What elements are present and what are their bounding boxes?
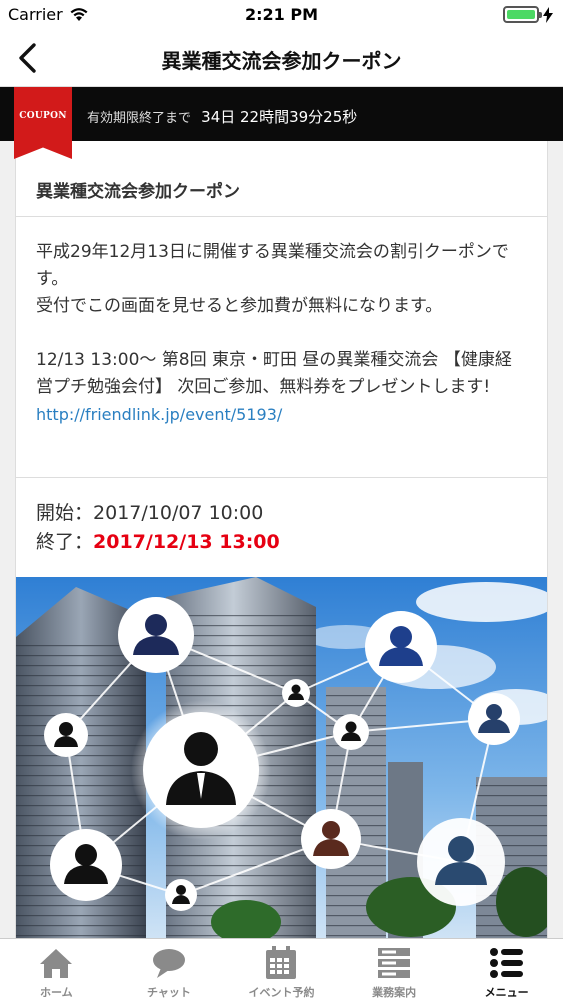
tab-menu[interactable]: メニュー [450,939,563,1000]
tab-menu-label: メニュー [484,986,529,999]
chevron-left-icon [19,43,36,73]
charging-bolt-icon [543,6,553,23]
server-icon [378,948,411,978]
tab-chat-label: チャット [146,986,191,999]
description-line-1: 平成29年12月13日に開催する異業種交流会の割引クーポンです。 [36,242,509,289]
tab-business-info[interactable]: 業務案内 [338,939,451,1000]
start-row: 開始：2017/10/07 10:00 [36,499,527,528]
end-value: 2017/12/13 13:00 [93,531,280,553]
back-button[interactable] [12,40,48,76]
chat-icon [152,949,185,978]
tab-event-label: イベント予約 [248,986,315,999]
coupon-bar: COUPON 有効期限終了まで 34日 22時間39分25秒 [0,87,563,159]
home-icon [40,949,73,978]
expiry-countdown: 有効期限終了まで 34日 22時間39分25秒 [87,106,357,127]
coupon-title: 異業種交流会参加クーポン [16,141,547,217]
coupon-description: 平成29年12月13日に開催する異業種交流会の割引クーポンです。 受付でこの画面… [16,217,547,478]
tab-bar: ホーム チャット イベント予約 業務案内 メニュー [0,938,563,1000]
tab-home[interactable]: ホーム [0,939,113,1000]
description-line-3: 12/13 13:00～ 第8回 東京・町田 昼の異業種交流会 【健康経営プチ勉… [36,350,512,397]
tab-chat[interactable]: チャット [113,939,226,1000]
nav-bar: 異業種交流会参加クーポン [0,30,563,87]
status-right [503,6,553,23]
coupon-card: 異業種交流会参加クーポン 平成29年12月13日に開催する異業種交流会の割引クー… [15,141,548,938]
calendar-icon [266,946,297,979]
description-line-2: 受付でこの画面を見せると参加費が無料になります。 [36,296,443,316]
network-illustration [16,577,547,938]
tab-business-label: 業務案内 [372,986,417,999]
event-link[interactable]: http://friendlink.jp/event/5193/ [36,405,282,424]
start-label: 開始： [36,502,94,524]
menu-list-icon [489,948,523,978]
coupon-dates: 開始：2017/10/07 10:00 終了：2017/12/13 13:00 [16,478,547,577]
start-value: 2017/10/07 10:00 [93,502,264,524]
battery-icon [503,6,542,23]
countdown-value: 34日 22時間39分25秒 [201,108,358,126]
tab-home-label: ホーム [39,986,73,999]
tab-event-reservation[interactable]: イベント予約 [225,939,338,1000]
page-title: 異業種交流会参加クーポン [161,49,402,73]
expiry-label: 有効期限終了まで [87,111,192,126]
end-label: 終了： [36,531,94,553]
status-time: 2:21 PM [244,5,318,24]
status-bar: Carrier 2:21 PM [0,0,563,30]
end-row: 終了：2017/12/13 13:00 [36,528,527,557]
